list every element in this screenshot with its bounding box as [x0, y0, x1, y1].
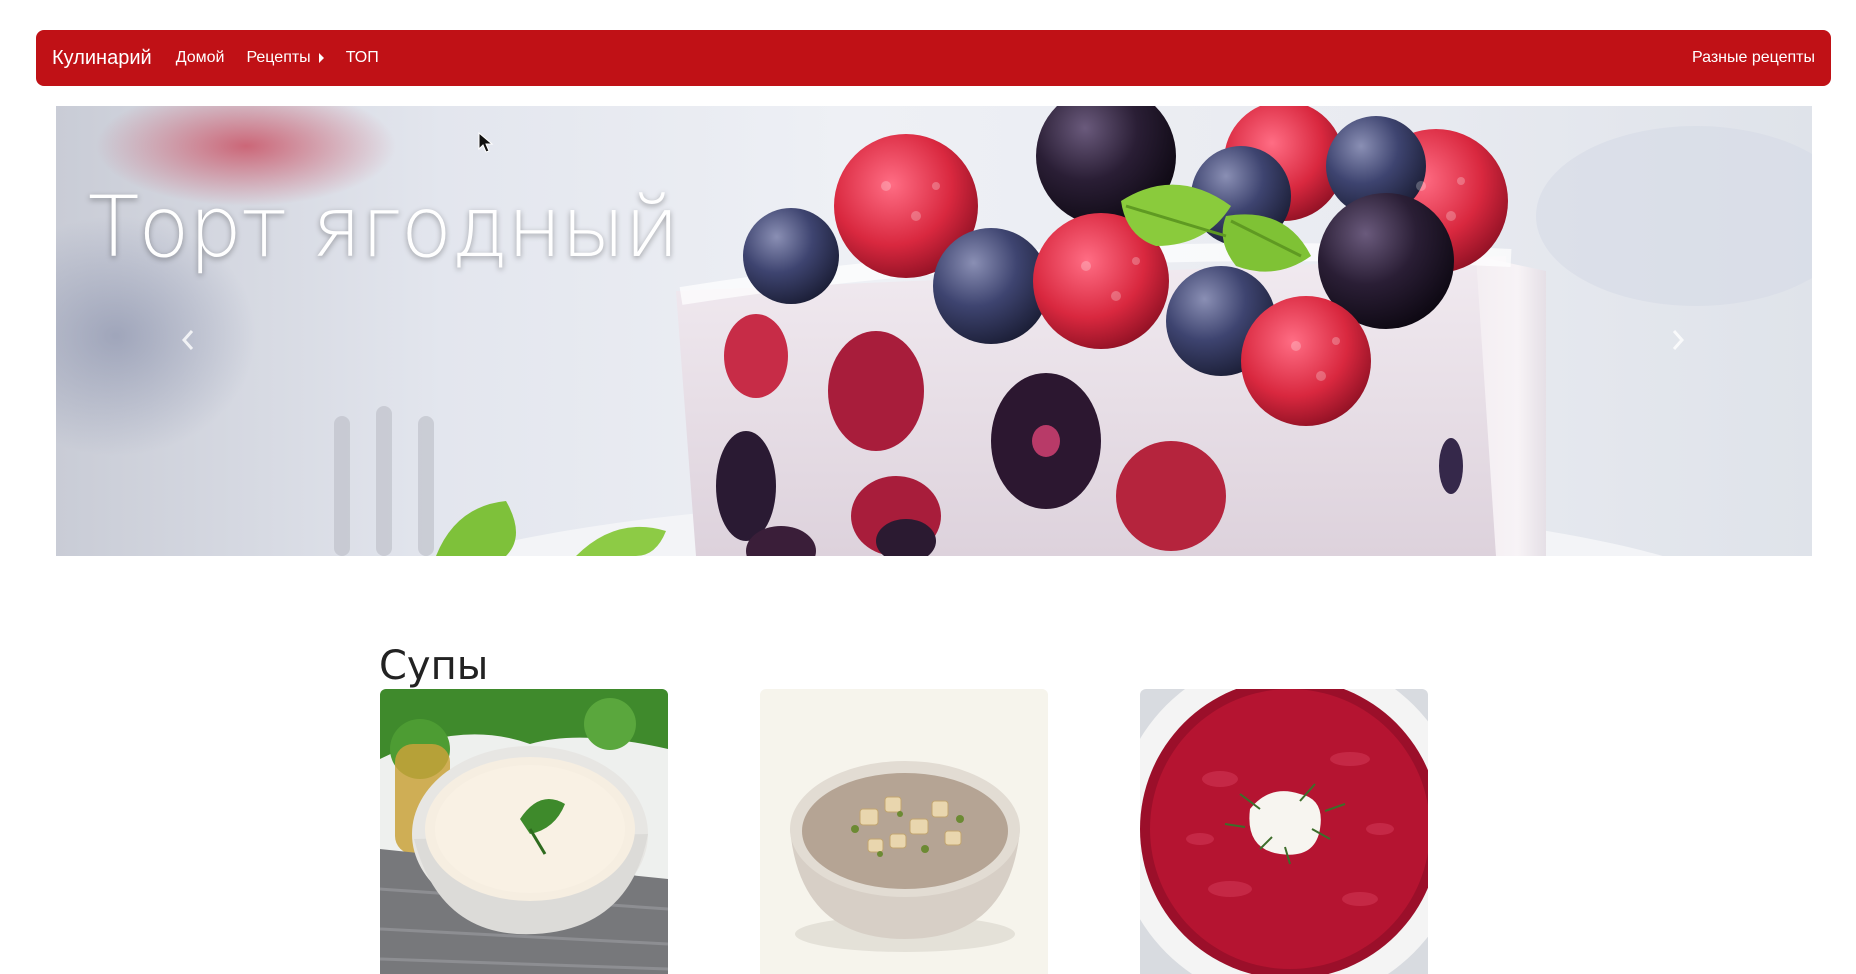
- nav-link-top[interactable]: ТОП: [346, 49, 379, 67]
- nav-link-top-label: ТОП: [345, 49, 379, 66]
- chevron-right-icon: [1672, 330, 1685, 350]
- recipe-card-borscht[interactable]: [1140, 689, 1428, 974]
- berry-cake-image: [56, 106, 1812, 556]
- nav-link-recipes-label: Рецепты: [246, 49, 311, 66]
- nav-link-various-recipes[interactable]: Разные рецепты: [1692, 49, 1815, 67]
- carousel-caption: Торт ягодный: [88, 178, 680, 276]
- section-title-soups: Супы: [379, 643, 489, 690]
- cream-soup-image: [380, 689, 668, 974]
- hero-carousel: Торт ягодный: [56, 106, 1812, 556]
- carousel-next-button[interactable]: [1666, 328, 1690, 352]
- recipe-card-mushroom-soup[interactable]: [760, 689, 1048, 974]
- top-navbar: Кулинарий Домой Рецепты ТОП Разные рецеп…: [36, 30, 1831, 86]
- mouse-pointer-icon: [478, 132, 494, 153]
- nav-link-recipes-dropdown[interactable]: Рецепты: [246, 49, 324, 67]
- nav-link-home[interactable]: Домой: [176, 49, 225, 67]
- chevron-left-icon: [181, 330, 194, 350]
- brand-link[interactable]: Кулинарий: [52, 47, 152, 70]
- nav-link-home-label: Домой: [175, 49, 225, 66]
- borscht-image: [1140, 689, 1428, 974]
- nav-links: Домой Рецепты ТОП: [176, 49, 1692, 67]
- carousel-prev-button[interactable]: [176, 328, 200, 352]
- recipe-card-cream-soup[interactable]: [380, 689, 668, 974]
- mushroom-soup-image: [760, 689, 1048, 974]
- caret-right-icon: [318, 53, 324, 63]
